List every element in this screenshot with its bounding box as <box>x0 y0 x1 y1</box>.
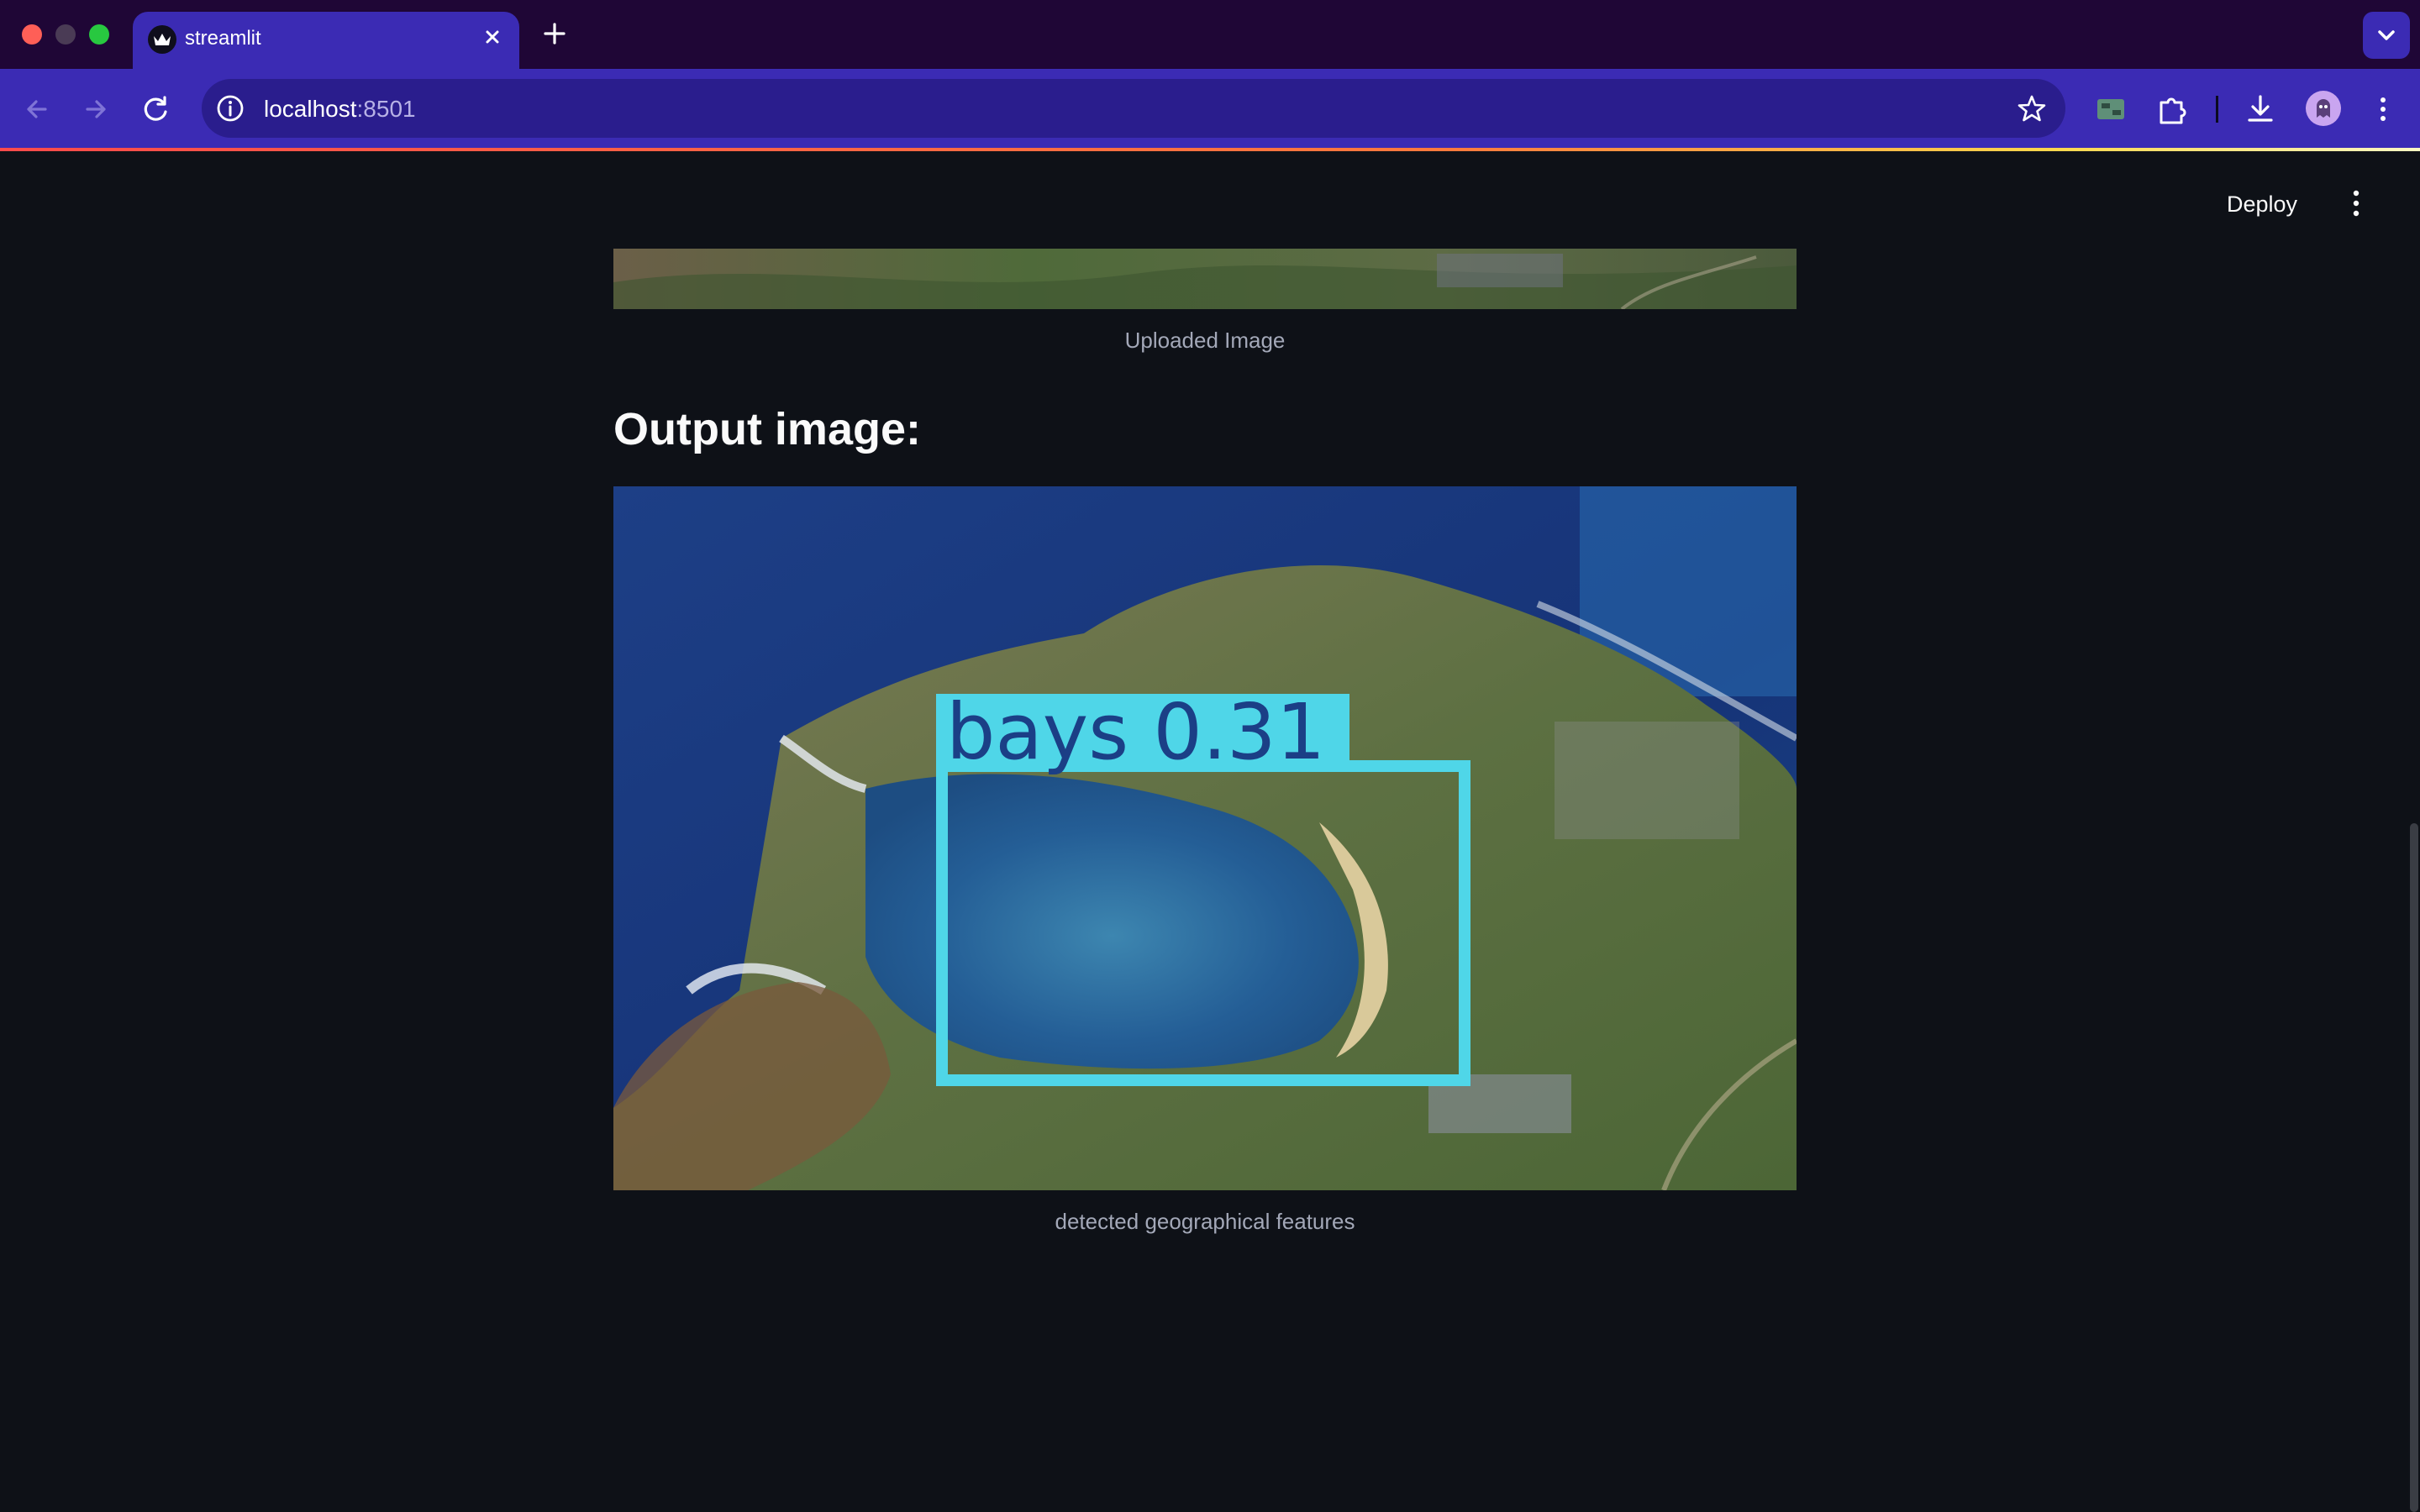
page-scrollbar[interactable] <box>2410 823 2418 1512</box>
chevron-down-icon <box>2378 30 2395 40</box>
deploy-button[interactable]: Deploy <box>2227 192 2297 218</box>
site-info-icon[interactable] <box>215 93 245 123</box>
url-text[interactable]: localhost:8501 <box>264 96 416 123</box>
maximize-window-button[interactable] <box>89 24 109 45</box>
download-icon[interactable] <box>2240 89 2281 129</box>
browser-tab-bar: streamlit <box>0 0 2420 69</box>
detection-label: bays 0.31 <box>946 687 1325 777</box>
extensions-puzzle-icon[interactable] <box>2153 89 2193 129</box>
forward-arrow-icon[interactable] <box>76 89 116 129</box>
new-tab-icon[interactable] <box>538 17 571 50</box>
browser-menu-icon[interactable] <box>2363 89 2403 129</box>
tab-title: streamlit <box>185 27 261 50</box>
uploaded-image-caption: Uploaded Image <box>1124 328 1286 353</box>
extension-app-icon[interactable] <box>2091 89 2131 129</box>
profile-ghost-icon <box>2317 99 2330 118</box>
streamlit-crown-icon <box>148 25 176 54</box>
browser-tab-streamlit[interactable]: streamlit <box>133 12 519 69</box>
streamlit-app: Deploy Uploaded Image Output image: bays… <box>0 151 2420 1512</box>
close-window-button[interactable] <box>22 24 42 45</box>
output-image: bays 0.31 <box>613 486 1797 1190</box>
tab-search-button[interactable] <box>2363 12 2410 59</box>
profile-avatar[interactable] <box>2306 91 2341 126</box>
back-arrow-icon[interactable] <box>17 89 57 129</box>
main-menu-icon[interactable] <box>2341 185 2371 222</box>
toolbar-divider <box>2216 96 2218 123</box>
output-image-heading: Output image: <box>613 404 921 454</box>
reload-icon[interactable] <box>136 89 176 129</box>
tab-close-icon[interactable] <box>479 24 506 50</box>
minimize-window-button[interactable] <box>55 24 76 45</box>
address-bar[interactable]: localhost:8501 <box>202 79 2065 138</box>
browser-toolbar: localhost:8501 <box>0 69 2420 150</box>
bookmark-star-icon[interactable] <box>2017 93 2047 123</box>
output-image-caption: detected geographical features <box>1055 1209 1355 1234</box>
uploaded-image <box>613 249 1797 309</box>
